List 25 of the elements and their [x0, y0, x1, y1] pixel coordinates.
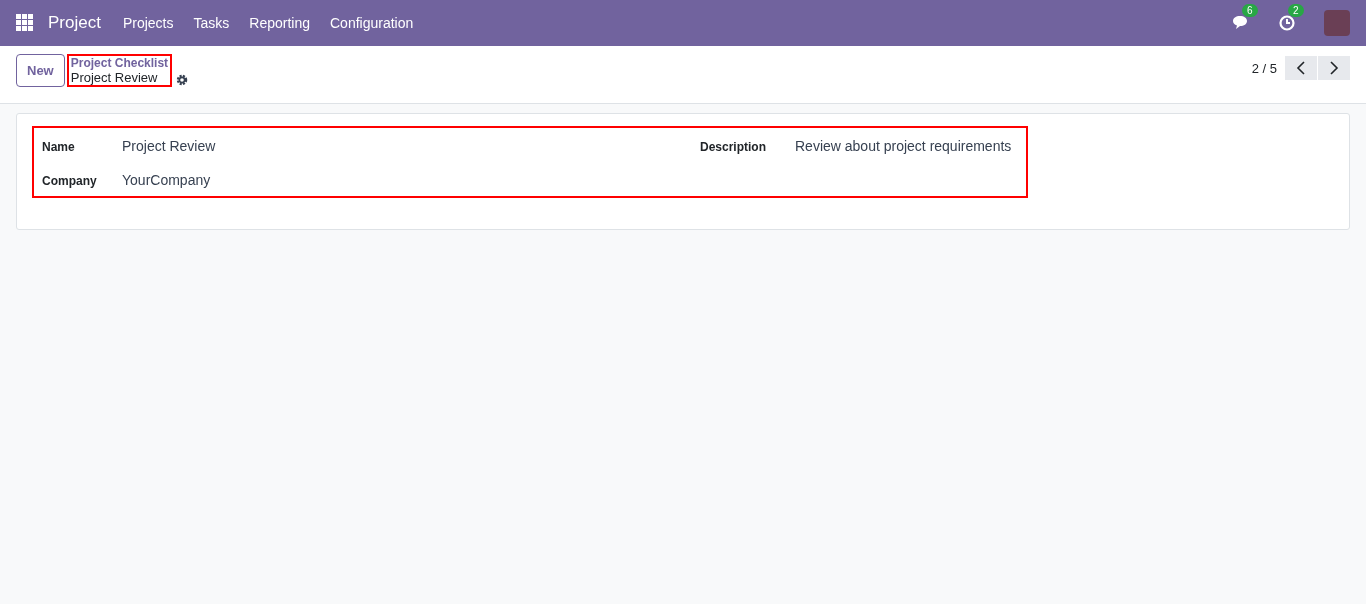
new-button[interactable]: New [16, 54, 65, 87]
menu-item[interactable]: Projects [112, 15, 184, 31]
chevron-left-icon [1296, 61, 1306, 75]
pager-value: 2 / 5 [1251, 60, 1277, 76]
breadcrumb-link[interactable]: Project Checklist [70, 56, 169, 70]
count-badge: 2 [1288, 4, 1304, 17]
menu-item[interactable]: Configuration [320, 15, 424, 31]
menu-item[interactable]: Reporting [239, 15, 320, 31]
gear-icon[interactable] [176, 74, 189, 86]
field-label: Company [42, 174, 98, 188]
app-name[interactable]: Project [48, 13, 101, 33]
previous-button[interactable] [1285, 56, 1317, 80]
field-label: Name [42, 140, 76, 154]
field-value: Project Review [122, 138, 216, 154]
clock-icon[interactable] [1278, 14, 1296, 32]
menu-item[interactable]: Tasks [183, 15, 240, 31]
field-value: Review about project requirements [795, 138, 1012, 154]
field-value: YourCompany [122, 172, 211, 188]
next-button[interactable] [1318, 56, 1350, 80]
field-label: Description [700, 140, 767, 154]
chat-icon[interactable] [1232, 15, 1250, 31]
chevron-right-icon [1329, 61, 1339, 75]
count-badge: 6 [1242, 4, 1258, 17]
apps-grid-icon[interactable] [16, 14, 34, 32]
breadcrumb-current: Project Review [70, 70, 159, 85]
